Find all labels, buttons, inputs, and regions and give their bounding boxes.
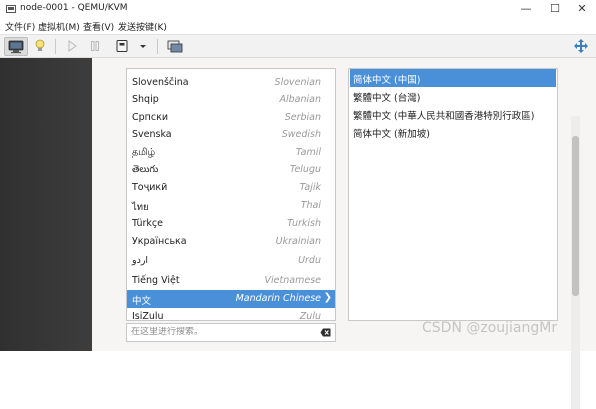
pause-button[interactable] <box>86 37 104 56</box>
chevron-right-icon: ❯ <box>323 292 332 303</box>
language-native-name: தமிழ் <box>132 147 156 158</box>
locale-variant-list[interactable]: 简体中文 (中国) 繁體中文 (台灣) 繁體中文 (中華人民共和國香港特別行政區… <box>348 68 558 321</box>
toolbar-separator <box>157 39 158 54</box>
language-row[interactable]: Türkçe Turkish <box>127 215 335 233</box>
language-english-name: Tamil <box>295 147 321 158</box>
language-english-name: Slovenian <box>274 77 321 88</box>
menu-send-key[interactable]: 发送按键(K) <box>118 20 167 33</box>
toolbar <box>0 34 596 58</box>
chevron-down-icon <box>140 45 146 48</box>
language-row[interactable]: اردو Urdu <box>127 252 335 270</box>
language-native-name: Тоҷикӣ <box>132 182 168 193</box>
language-english-name: Thai <box>300 200 321 211</box>
language-row[interactable]: IsiZulu Zulu <box>127 308 335 321</box>
toolbar-separator <box>55 39 56 54</box>
window-title: node-0001 - QEMU/KVM <box>20 3 128 13</box>
language-native-name: 中文 <box>132 296 152 307</box>
language-english-name: Serbian <box>284 112 321 123</box>
language-english-name: Urdu <box>298 255 321 266</box>
variant-row[interactable]: 繁體中文 (台灣) <box>350 87 556 105</box>
language-row[interactable]: తెలుగు Telugu <box>127 161 335 179</box>
language-native-name: Shqip <box>132 94 159 105</box>
language-native-name: Українська <box>132 236 187 247</box>
search-input[interactable] <box>131 327 311 337</box>
pause-icon <box>91 41 99 51</box>
menu-view[interactable]: 查看(V) <box>83 20 114 33</box>
language-row-selected[interactable]: 中文 Mandarin Chinese ❯ <box>127 290 335 308</box>
vertical-scrollbar[interactable] <box>571 116 580 409</box>
language-search[interactable] <box>126 323 336 342</box>
minimize-button[interactable]: — <box>512 0 540 18</box>
language-row[interactable]: Tiếng Việt Vietnamese <box>127 272 335 290</box>
run-button[interactable] <box>63 37 81 56</box>
watermark: CSDN @zoujiangMr <box>422 320 558 336</box>
variant-label: 简体中文 (新加坡) <box>353 129 430 140</box>
language-native-name: తెలుగు <box>132 164 159 175</box>
language-native-name: Tiếng Việt <box>132 275 180 286</box>
screenshot-icon <box>167 40 183 53</box>
lightbulb-icon <box>35 39 45 51</box>
fullscreen-button[interactable] <box>571 37 591 56</box>
maximize-button[interactable]: ☐ <box>541 0 569 18</box>
language-row[interactable]: Српски Serbian <box>127 109 335 127</box>
language-english-name: Albanian <box>279 94 322 105</box>
language-row[interactable]: தமிழ் Tamil <box>127 144 335 162</box>
snapshots-button[interactable] <box>165 37 185 56</box>
language-list[interactable]: Slovenščina Slovenian Shqip Albanian Срп… <box>126 68 336 321</box>
backspace-icon[interactable] <box>320 328 331 337</box>
variant-label: 繁體中文 (台灣) <box>353 93 421 104</box>
scrollbar-thumb[interactable] <box>572 136 579 296</box>
language-row[interactable]: Українська Ukrainian <box>127 233 335 251</box>
variant-row[interactable]: 繁體中文 (中華人民共和國香港特別行政區) <box>350 105 556 123</box>
language-english-name: Swedish <box>281 129 321 140</box>
variant-row[interactable]: 简体中文 (新加坡) <box>350 123 556 141</box>
language-english-name: Turkish <box>287 218 321 229</box>
console-view-button[interactable] <box>4 37 28 56</box>
language-english-name: Telugu <box>289 164 321 175</box>
language-english-name: Vietnamese <box>264 275 321 286</box>
language-english-name: Mandarin Chinese <box>235 293 321 304</box>
vm-app-icon <box>6 5 16 13</box>
language-english-name: Ukrainian <box>275 236 321 247</box>
shutdown-menu-button[interactable] <box>136 37 150 56</box>
power-icon <box>116 40 128 52</box>
language-native-name: ไทย <box>132 202 149 213</box>
language-row[interactable]: Svenska Swedish <box>127 126 335 144</box>
play-icon <box>68 40 77 52</box>
monitor-icon <box>8 40 24 54</box>
details-view-button[interactable] <box>31 37 49 56</box>
language-row[interactable]: ไทย Thai <box>127 197 335 215</box>
language-native-name: اردو <box>132 255 149 266</box>
variant-label: 简体中文 (中国) <box>353 75 421 86</box>
resize-icon <box>574 39 588 53</box>
language-native-name: Türkçe <box>132 218 163 229</box>
language-row[interactable]: Тоҷикӣ Tajik <box>127 179 335 197</box>
language-english-name: Zulu <box>299 311 321 321</box>
window-titlebar: node-0001 - QEMU/KVM — ☐ ✕ <box>0 0 596 18</box>
menu-file[interactable]: 文件(F) <box>5 20 35 33</box>
menu-vm[interactable]: 虚拟机(M) <box>38 20 80 33</box>
language-native-name: Svenska <box>132 129 172 140</box>
menubar: 文件(F) 虚拟机(M) 查看(V) 发送按键(K) <box>0 18 596 34</box>
close-button[interactable]: ✕ <box>568 0 596 18</box>
language-native-name: Српски <box>132 112 169 123</box>
variant-row-selected[interactable]: 简体中文 (中国) <box>350 69 556 87</box>
language-row[interactable]: Shqip Albanian <box>127 91 335 109</box>
language-english-name: Tajik <box>299 182 321 193</box>
language-native-name: IsiZulu <box>132 311 164 321</box>
installer-sidebar <box>0 58 92 351</box>
language-row[interactable]: Slovenščina Slovenian <box>127 74 335 92</box>
variant-label: 繁體中文 (中華人民共和國香港特別行政區) <box>353 111 535 122</box>
language-native-name: Slovenščina <box>132 77 189 88</box>
shutdown-button[interactable] <box>113 37 131 56</box>
